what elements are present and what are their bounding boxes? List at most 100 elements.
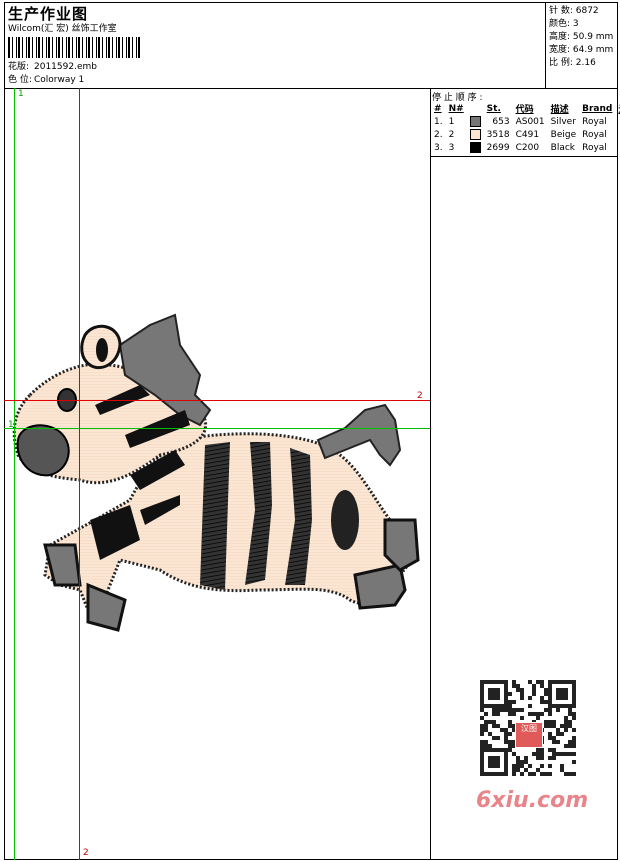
qr-module: [504, 740, 508, 744]
qr-module: [492, 736, 496, 740]
table-row: 3. 3 2699 C200 Black Royal: [431, 141, 620, 154]
qr-module: [484, 704, 488, 708]
qr-module: [516, 768, 520, 772]
qr-module: [488, 720, 492, 724]
qr-module: [556, 732, 560, 736]
barcode-bar: [62, 37, 63, 58]
qr-module: [500, 728, 504, 732]
qr-module: [548, 684, 552, 688]
qr-module: [492, 760, 496, 764]
qr-module: [540, 756, 544, 760]
qr-module: [520, 716, 524, 720]
qr-module: [540, 700, 544, 704]
qr-module: [572, 696, 576, 700]
page-title: 生产作业图: [8, 5, 89, 23]
qr-module: [548, 756, 552, 760]
qr-module: [500, 708, 504, 712]
qr-module: [564, 772, 568, 776]
qr-module: [492, 680, 496, 684]
qr-module: [508, 720, 512, 724]
barcode-bar: [118, 37, 120, 58]
qr-module: [516, 756, 520, 760]
qr-module: [572, 744, 576, 748]
qr-module: [508, 724, 512, 728]
qr-module: [536, 680, 540, 684]
qr-module: [544, 688, 548, 692]
barcode-bar: [26, 37, 27, 58]
qr-module: [544, 772, 548, 776]
col-needle: N#: [448, 103, 464, 114]
qr-module: [504, 748, 508, 752]
qr-module: [492, 696, 496, 700]
barcode-bar: [22, 37, 23, 58]
design-width: 宽度: 64.9 mm: [549, 45, 614, 55]
qr-module: [544, 708, 548, 712]
qr-module: [536, 712, 540, 716]
site-watermark: 6xiu.com: [476, 788, 589, 813]
qr-module: [540, 772, 544, 776]
barcode-bar: [48, 37, 50, 58]
qr-module: [572, 752, 576, 756]
qr-module: [564, 724, 568, 728]
barcode-bar: [88, 37, 90, 58]
qr-module: [552, 720, 556, 724]
design-file: 2011592.emb: [34, 62, 97, 72]
qr-module: [480, 708, 484, 712]
barcode: [8, 37, 140, 58]
qr-module: [560, 688, 564, 692]
zebra-stripe: [331, 490, 359, 550]
qr-module: [568, 720, 572, 724]
qr-module: [496, 696, 500, 700]
zebra-tail: [316, 403, 402, 467]
colorway-value: Colorway 1: [34, 75, 85, 85]
qr-module: [564, 716, 568, 720]
qr-module: [480, 692, 484, 696]
qr-module: [572, 728, 576, 732]
qr-module: [496, 760, 500, 764]
qr-module: [508, 712, 512, 716]
qr-module: [492, 764, 496, 768]
barcode-bar: [38, 37, 40, 58]
qr-stamp: 汉图: [515, 722, 543, 748]
qr-module: [504, 700, 508, 704]
barcode-bar: [102, 37, 103, 58]
barcode-bar: [86, 37, 87, 58]
qr-module: [564, 720, 568, 724]
qr-module: [488, 748, 492, 752]
qr-module: [528, 680, 532, 684]
qr-module: [556, 696, 560, 700]
qr-module: [504, 752, 508, 756]
qr-module: [532, 772, 536, 776]
qr-module: [504, 684, 508, 688]
row-desc: Black: [550, 142, 575, 153]
red-guide-horizontal: [4, 400, 430, 401]
qr-module: [488, 772, 492, 776]
barcode-bar: [12, 37, 13, 58]
qr-module: [520, 692, 524, 696]
qr-module: [560, 752, 564, 756]
row-code: C491: [515, 129, 540, 140]
qr-module: [492, 724, 496, 728]
qr-module: [544, 724, 548, 728]
qr-module: [484, 744, 488, 748]
qr-module: [568, 752, 572, 756]
stats-divider: [545, 2, 546, 88]
qr-module: [492, 708, 496, 712]
qr-module: [484, 740, 488, 744]
qr-module: [504, 732, 508, 736]
qr-module: [536, 752, 540, 756]
row-brand: Royal: [582, 129, 607, 140]
qr-module: [484, 772, 488, 776]
qr-module: [524, 756, 528, 760]
qr-module: [516, 764, 520, 768]
qr-module: [548, 712, 552, 716]
qr-module: [512, 684, 516, 688]
qr-module: [572, 680, 576, 684]
qr-module: [548, 748, 552, 752]
qr-module: [548, 720, 552, 724]
qr-module: [480, 756, 484, 760]
qr-module: [512, 764, 516, 768]
qr-module: [544, 720, 548, 724]
qr-module: [488, 756, 492, 760]
table-header-row: # N# St. 代码 描述 Brand 元素: [431, 102, 620, 116]
